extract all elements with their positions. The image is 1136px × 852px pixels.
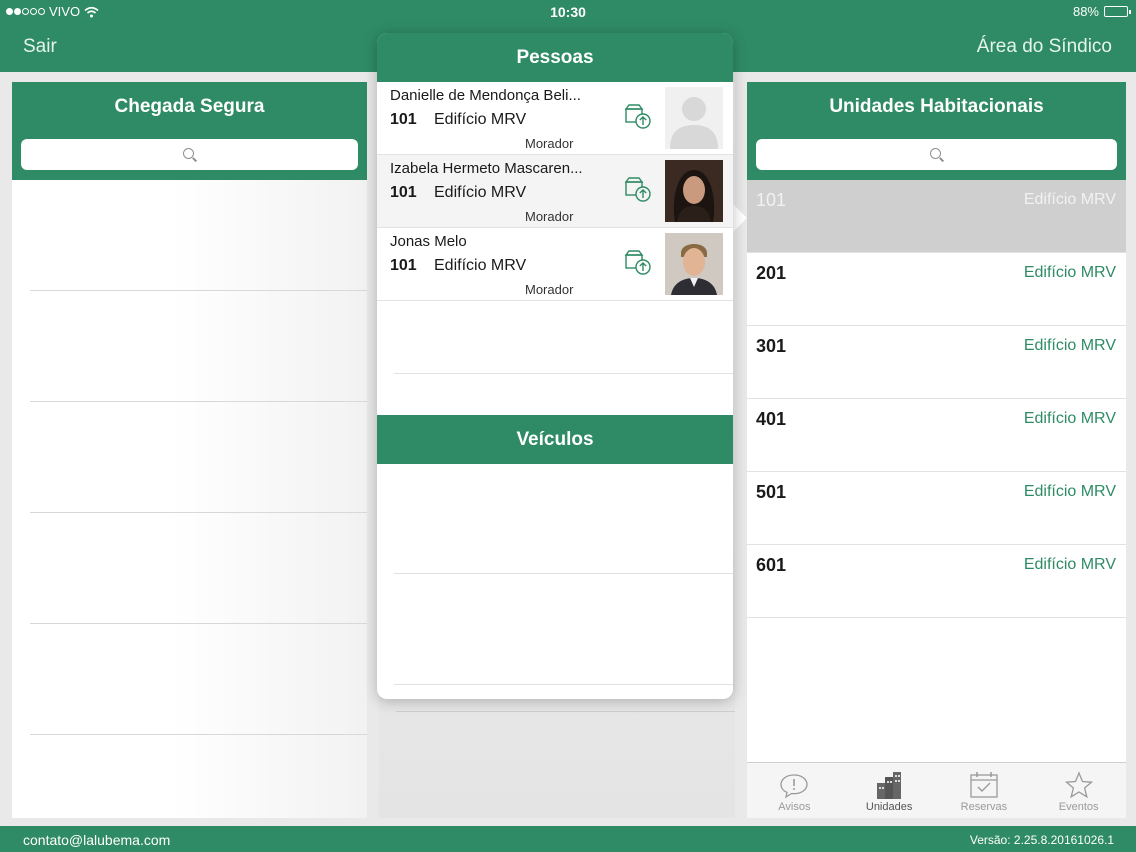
footer-bar: contato@lalubema.com Versão: 2.25.8.2016…: [0, 826, 1136, 852]
buildings-icon: [877, 772, 902, 799]
list-item: [30, 513, 367, 624]
search-input[interactable]: [756, 139, 1117, 170]
search-bar: [12, 131, 367, 180]
calendar-icon: [970, 772, 998, 798]
person-photo: [665, 233, 723, 295]
tab-unidades[interactable]: Unidades: [842, 763, 937, 818]
person-role: Morador: [525, 136, 574, 151]
person-photo-placeholder: [665, 87, 723, 149]
unit-row[interactable]: 201 Edifício MRV: [747, 253, 1126, 326]
status-bar: VIVO 10:30 88%: [0, 0, 1136, 24]
unit-number: 301: [756, 336, 787, 356]
unit-building: Edifício MRV: [1023, 264, 1116, 281]
tab-avisos[interactable]: Avisos: [747, 763, 842, 818]
tab-bar: Avisos Unidades Reservas Eventos: [747, 762, 1126, 818]
person-role: Morador: [525, 209, 574, 224]
tab-eventos[interactable]: Eventos: [1031, 763, 1126, 818]
logout-button[interactable]: Sair: [23, 36, 57, 58]
tab-reservas[interactable]: Reservas: [937, 763, 1032, 818]
area-sindico-button[interactable]: Área do Síndico: [977, 36, 1112, 58]
divider: [396, 711, 735, 712]
unit-row-selected[interactable]: 101 Edifício MRV: [747, 180, 1126, 253]
search-input[interactable]: [21, 139, 358, 170]
person-name: Danielle de Mendonça Beli...: [390, 87, 581, 104]
unit-row[interactable]: 401 Edifício MRV: [747, 399, 1126, 472]
chegada-segura-panel: Chegada Segura: [12, 82, 367, 818]
popover-title: Pessoas: [377, 33, 733, 82]
list-item: [394, 301, 733, 374]
version-label: Versão: 2.25.8.20161026.1: [969, 833, 1114, 847]
person-name: Jonas Melo: [390, 233, 467, 250]
battery-percent: 88%: [1072, 4, 1099, 19]
unit-building: Edifício MRV: [1023, 556, 1116, 573]
people-popover: Pessoas Danielle de Mendonça Beli... 101…: [377, 33, 733, 699]
package-upload-icon[interactable]: [623, 102, 653, 137]
unit-number: 401: [756, 409, 787, 429]
tab-label: Unidades: [865, 801, 913, 813]
person-photo: [665, 160, 723, 222]
unit-building: Edifício MRV: [1023, 337, 1116, 354]
package-upload-icon[interactable]: [623, 248, 653, 283]
person-building: Edifício MRV: [434, 257, 527, 274]
list-item: [30, 180, 367, 291]
tab-label: Avisos: [778, 801, 811, 813]
person-unit: 101: [390, 257, 417, 274]
person-row[interactable]: Izabela Hermeto Mascaren... 101 Edifício…: [377, 155, 733, 228]
unit-row[interactable]: 301 Edifício MRV: [747, 326, 1126, 399]
unit-number: 101: [756, 190, 787, 210]
unit-number: 201: [756, 263, 787, 283]
person-unit: 101: [390, 184, 417, 201]
speech-bubble-icon: [780, 774, 809, 799]
search-icon: [929, 147, 944, 162]
star-icon: [1064, 771, 1093, 799]
contact-email-link[interactable]: contato@lalubema.com: [23, 832, 170, 848]
panel-title: Unidades Habitacionais: [747, 82, 1126, 131]
tab-label: Reservas: [960, 801, 1008, 813]
unit-row[interactable]: 501 Edifício MRV: [747, 472, 1126, 545]
unit-building: Edifício MRV: [1023, 483, 1116, 500]
unit-row[interactable]: 601 Edifício MRV: [747, 545, 1126, 618]
status-right: 88%: [1072, 4, 1131, 19]
person-unit: 101: [390, 111, 417, 128]
unit-number: 501: [756, 482, 787, 502]
unit-building: Edifício MRV: [1023, 191, 1116, 208]
list-item: [30, 402, 367, 513]
search-icon: [182, 147, 197, 162]
battery-icon: [1104, 6, 1131, 17]
list-item: [30, 735, 367, 818]
vehicles-section-title: Veículos: [377, 415, 733, 464]
search-bar: [747, 131, 1126, 180]
divider: [394, 684, 733, 685]
person-building: Edifício MRV: [434, 111, 527, 128]
tab-label: Eventos: [1058, 801, 1099, 813]
unit-building: Edifício MRV: [1023, 410, 1116, 427]
unidades-panel: Unidades Habitacionais 101 Edifício MRV …: [747, 82, 1126, 818]
panel-title: Chegada Segura: [12, 82, 367, 131]
person-row[interactable]: Danielle de Mendonça Beli... 101 Edifíci…: [377, 82, 733, 155]
list-item: [30, 291, 367, 402]
person-row[interactable]: Jonas Melo 101 Edifício MRV Morador: [377, 228, 733, 301]
person-building: Edifício MRV: [434, 184, 527, 201]
unit-number: 601: [756, 555, 787, 575]
person-role: Morador: [525, 282, 574, 297]
divider: [394, 573, 733, 574]
popover-arrow: [731, 202, 747, 234]
person-name: Izabela Hermeto Mascaren...: [390, 160, 583, 177]
status-time: 10:30: [550, 4, 586, 20]
list-item: [30, 624, 367, 735]
package-upload-icon[interactable]: [623, 175, 653, 210]
